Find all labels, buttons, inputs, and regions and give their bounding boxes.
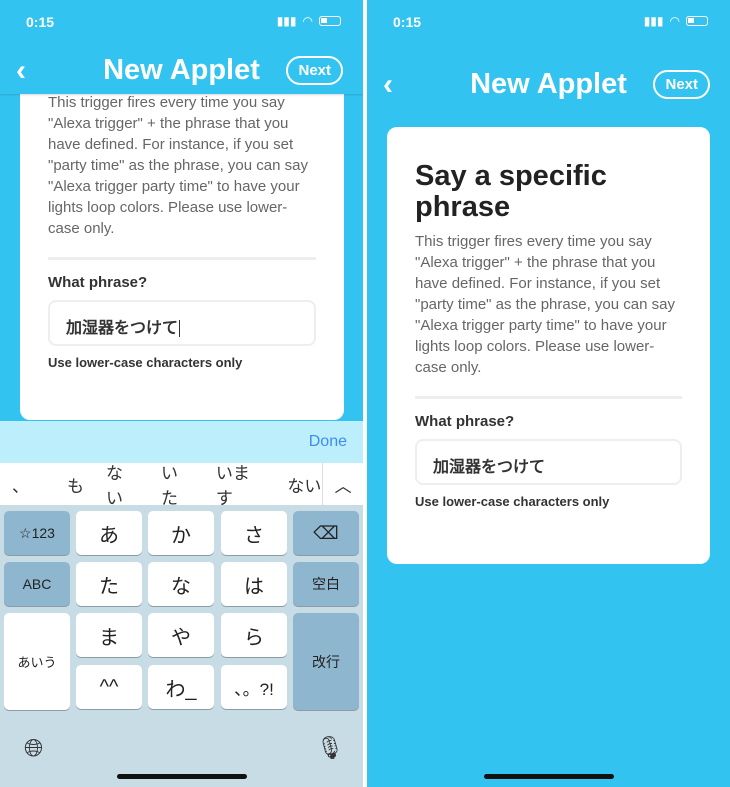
trigger-card: Say a specific phrase This trigger fires… (387, 127, 710, 564)
key-emoticon[interactable]: ^^ (76, 665, 142, 709)
candidate[interactable]: も (67, 472, 84, 497)
candidate-bar: 、 も ない いた います ない ︿ (0, 463, 363, 508)
status-time: 0:15 (393, 14, 422, 30)
key-enter[interactable]: 改行 (293, 613, 359, 710)
home-indicator (483, 774, 614, 779)
key-ya[interactable]: や (148, 613, 214, 657)
signal-icon: ▮▮▮ (643, 14, 664, 28)
wifi-icon: ◠ (302, 14, 313, 28)
candidate[interactable]: います (216, 459, 265, 509)
key-ma[interactable]: ま (76, 613, 142, 657)
phrase-hint: Use lower-case characters only (48, 355, 243, 370)
candidate[interactable]: ない (287, 472, 322, 497)
divider (48, 257, 316, 260)
key-punctuation[interactable]: 、。?! (221, 665, 287, 709)
key-ra[interactable]: ら (221, 613, 287, 657)
key-symbols[interactable]: ☆123 (4, 511, 70, 555)
key-ha[interactable]: は (221, 562, 287, 606)
status-icons: ▮▮▮ ◠ (277, 14, 341, 28)
done-button[interactable]: Done (309, 433, 347, 451)
battery-icon (319, 16, 341, 26)
nav-bar: ‹ New Applet Next (367, 66, 730, 106)
key-space[interactable]: 空白 (293, 562, 359, 606)
key-kana[interactable]: あいう (4, 613, 70, 710)
expand-candidates-icon[interactable]: ︿ (322, 463, 363, 505)
divider (415, 396, 682, 399)
key-a[interactable]: あ (76, 511, 142, 555)
card-heading: Say a specific phrase (415, 160, 607, 223)
nav-bar: ‹ New Applet Next (0, 52, 363, 94)
left-screen: 0:15 ▮▮▮ ◠ This trigger fires every time … (0, 0, 363, 787)
status-icons: ▮▮▮ ◠ (644, 14, 708, 28)
key-wa[interactable]: わ_ (148, 665, 214, 709)
keyboard: ☆123 あ か さ ⌫ ABC た な は 空白 あいう ま や ら 改行 ^… (0, 505, 363, 787)
phrase-label: What phrase? (415, 413, 515, 430)
key-abc[interactable]: ABC (4, 562, 70, 606)
candidate[interactable]: 、 (12, 472, 29, 497)
candidate[interactable]: ない (106, 459, 139, 509)
key-ka[interactable]: か (148, 511, 214, 555)
key-ta[interactable]: た (76, 562, 142, 606)
home-indicator (116, 774, 247, 779)
next-button[interactable]: Next (653, 70, 710, 99)
phrase-input[interactable]: 加湿器をつけて (48, 300, 316, 346)
phrase-value: 加湿器をつけて (433, 459, 546, 476)
battery-icon (686, 16, 708, 26)
trigger-description: This trigger fires every time you say "A… (48, 94, 308, 237)
key-na[interactable]: な (148, 562, 214, 606)
signal-icon: ▮▮▮ (276, 14, 297, 28)
status-time: 0:15 (26, 14, 55, 30)
keyboard-toolbar: Done (0, 421, 363, 463)
globe-icon[interactable]: 🌐︎ (24, 735, 43, 763)
trigger-description: This trigger fires every time you say "A… (415, 233, 675, 376)
phrase-value: 加湿器をつけて (66, 320, 179, 337)
phrase-label: What phrase? (48, 274, 148, 291)
phrase-hint: Use lower-case characters only (415, 494, 610, 509)
right-screen: 0:15 ▮▮▮ ◠ ‹ New Applet Next Say a specif… (367, 0, 730, 787)
candidate[interactable]: いた (161, 459, 194, 509)
wifi-icon: ◠ (669, 14, 680, 28)
phrase-input[interactable]: 加湿器をつけて (415, 439, 682, 485)
key-sa[interactable]: さ (221, 511, 287, 555)
delete-key-icon[interactable]: ⌫ (293, 511, 359, 555)
next-button[interactable]: Next (286, 56, 343, 85)
trigger-card: This trigger fires every time you say "A… (20, 60, 344, 420)
microphone-icon[interactable]: 🎙︎ (316, 735, 344, 761)
